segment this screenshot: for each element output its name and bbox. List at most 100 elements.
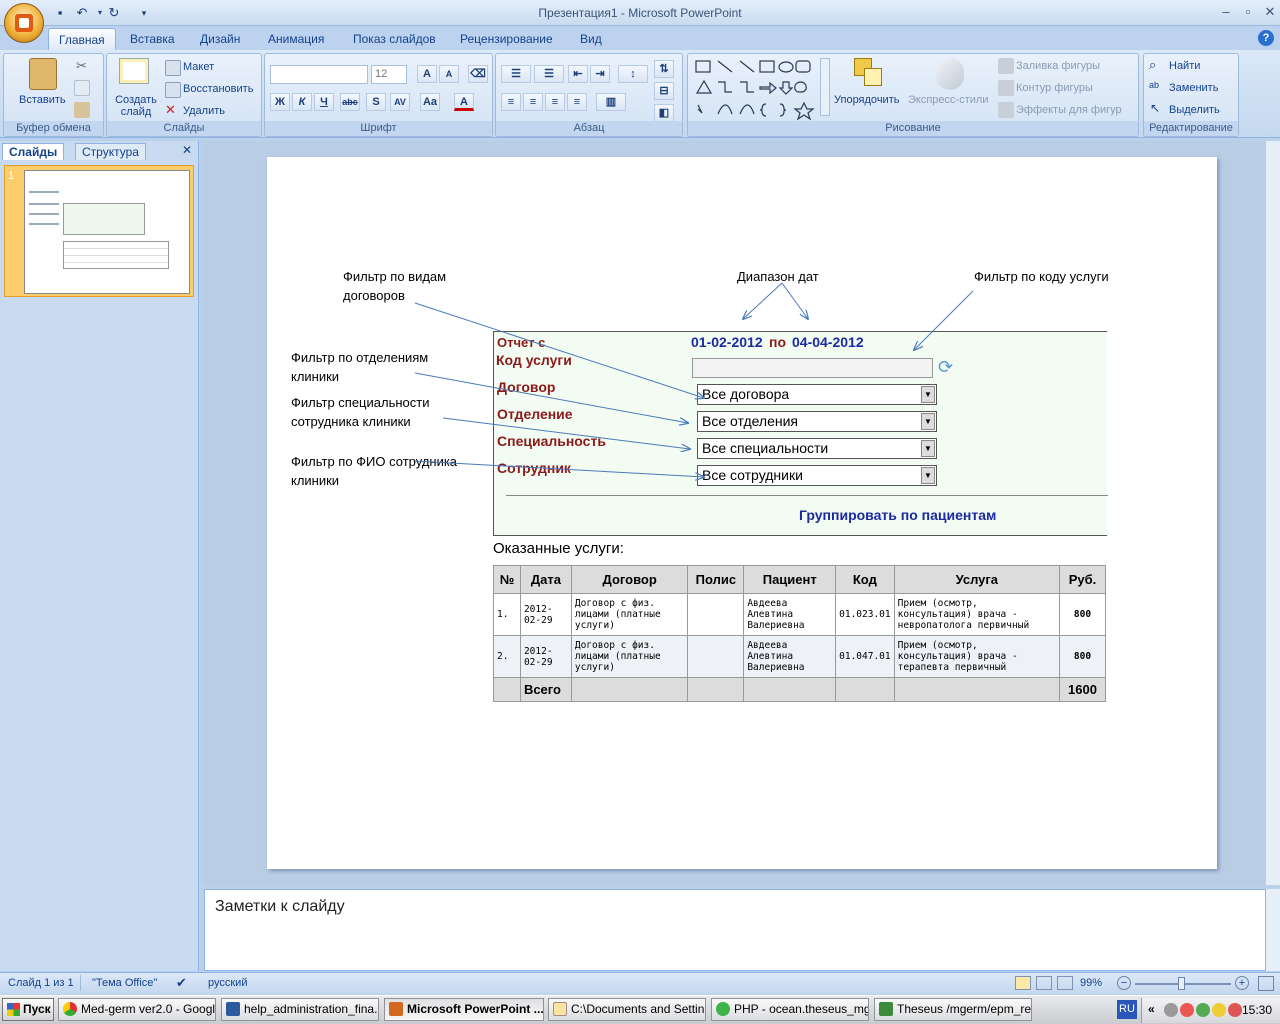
tray-icon[interactable] bbox=[1180, 1003, 1194, 1017]
smartart-icon[interactable]: ◧ bbox=[654, 104, 674, 122]
notes-scrollbar[interactable] bbox=[1266, 889, 1280, 971]
increase-indent-icon[interactable]: ⇥ bbox=[590, 65, 610, 83]
close-icon[interactable]: ✕ bbox=[1259, 3, 1280, 21]
paragraph-group-label: Абзац bbox=[496, 121, 682, 136]
cut-icon[interactable]: ✂ bbox=[76, 58, 87, 74]
line-spacing-icon[interactable]: ↕ bbox=[618, 65, 648, 83]
new-slide-button[interactable]: Создать слайд bbox=[114, 94, 158, 118]
zoom-slider-thumb[interactable] bbox=[1178, 977, 1185, 990]
vertical-scrollbar[interactable] bbox=[1266, 141, 1280, 885]
tab-home[interactable]: Главная bbox=[48, 28, 116, 50]
tray-icon[interactable] bbox=[1228, 1003, 1242, 1017]
show-hidden-icons[interactable]: « bbox=[1148, 1002, 1155, 1016]
shapes-gallery[interactable] bbox=[694, 58, 822, 121]
font-color-icon[interactable]: A bbox=[454, 93, 474, 111]
align-text-icon[interactable]: ⊟ bbox=[654, 82, 674, 100]
taskbar-item-powerpoint[interactable]: Microsoft PowerPoint ... bbox=[384, 998, 544, 1021]
justify-icon[interactable]: ≡ bbox=[567, 93, 587, 111]
copy-icon[interactable] bbox=[74, 80, 90, 96]
reset-button[interactable]: Восстановить bbox=[183, 83, 253, 95]
close-panel-icon[interactable]: ✕ bbox=[182, 143, 192, 157]
shape-fill-button[interactable]: Заливка фигуры bbox=[1016, 60, 1100, 72]
tab-outline[interactable]: Структура bbox=[75, 143, 146, 160]
quick-styles-button[interactable]: Экспресс-стили bbox=[908, 94, 988, 106]
columns-icon[interactable]: ▥ bbox=[596, 93, 626, 111]
tray-icon[interactable] bbox=[1212, 1003, 1226, 1017]
numbering-icon[interactable]: ☰ bbox=[534, 65, 564, 83]
slide-sorter-icon[interactable] bbox=[1036, 976, 1052, 990]
col-policy: Полис bbox=[687, 565, 745, 594]
arrow-service-code bbox=[914, 290, 974, 350]
select-button[interactable]: Выделить bbox=[1169, 104, 1220, 116]
office-button[interactable] bbox=[4, 3, 44, 43]
normal-view-icon[interactable] bbox=[1015, 976, 1031, 990]
arrange-button[interactable]: Упорядочить bbox=[834, 94, 899, 106]
find-button[interactable]: Найти bbox=[1169, 60, 1200, 72]
restore-icon[interactable]: ▫ bbox=[1237, 3, 1259, 21]
replace-button[interactable]: Заменить bbox=[1169, 82, 1218, 94]
minimize-icon[interactable]: – bbox=[1215, 3, 1237, 21]
tab-review[interactable]: Рецензирование bbox=[450, 28, 563, 50]
decrease-indent-icon[interactable]: ⇤ bbox=[568, 65, 588, 83]
align-center-icon[interactable]: ≡ bbox=[523, 93, 543, 111]
slideshow-view-icon[interactable] bbox=[1057, 976, 1073, 990]
notes-placeholder: Заметки к слайду bbox=[215, 898, 345, 915]
clear-format-icon[interactable]: ⌫ bbox=[468, 65, 488, 83]
grow-font-icon[interactable]: A bbox=[417, 65, 437, 83]
bullets-icon[interactable]: ☰ bbox=[501, 65, 531, 83]
tab-animation[interactable]: Анимация bbox=[258, 28, 334, 50]
cell-date: 2012-02-29 bbox=[519, 635, 572, 678]
shrink-font-icon[interactable]: A bbox=[439, 65, 459, 83]
char-spacing-icon[interactable]: AV bbox=[390, 93, 410, 111]
text-direction-icon[interactable]: ⇅ bbox=[654, 60, 674, 78]
start-button[interactable]: Пуск bbox=[2, 998, 54, 1021]
format-painter-icon[interactable] bbox=[74, 102, 90, 118]
cell-patient: Авдеева Алевтина Валериевна bbox=[743, 593, 837, 636]
font-name-combo[interactable] bbox=[270, 65, 368, 84]
layout-button[interactable]: Макет bbox=[183, 61, 214, 73]
shape-outline-button[interactable]: Контур фигуры bbox=[1016, 82, 1093, 94]
taskbar-item-theseus[interactable]: Theseus /mgerm/epm_re... bbox=[874, 998, 1032, 1021]
clock[interactable]: 15:30 bbox=[1242, 1003, 1272, 1017]
tab-slides[interactable]: Слайды bbox=[2, 143, 65, 160]
change-case-icon[interactable]: Aa bbox=[420, 93, 440, 111]
taskbar-item-word[interactable]: help_administration_fina... bbox=[221, 998, 379, 1021]
shape-effects-button[interactable]: Эффекты для фигур bbox=[1016, 104, 1122, 116]
taskbar-item-php[interactable]: PHP - ocean.theseus_mg... bbox=[711, 998, 869, 1021]
taskbar-item-explorer[interactable]: C:\Documents and Settin... bbox=[548, 998, 706, 1021]
shadow-icon[interactable]: S bbox=[366, 93, 386, 111]
language[interactable]: русский bbox=[208, 977, 247, 989]
notes-pane[interactable]: Заметки к слайду bbox=[204, 889, 1266, 971]
strikethrough-icon[interactable]: abc bbox=[340, 93, 360, 111]
zoom-out-icon[interactable]: − bbox=[1117, 976, 1131, 990]
tab-slideshow[interactable]: Показ слайдов bbox=[343, 28, 446, 50]
zoom-level[interactable]: 99% bbox=[1080, 977, 1102, 989]
shapes-scroll[interactable] bbox=[820, 58, 830, 116]
slide-thumbnail[interactable] bbox=[4, 165, 194, 297]
bold-icon[interactable]: Ж bbox=[270, 93, 290, 111]
tab-view[interactable]: Вид bbox=[570, 28, 612, 50]
slide-canvas[interactable]: Фильтр по видам договоров Диапазон дат Ф… bbox=[267, 157, 1217, 869]
zoom-in-icon[interactable]: + bbox=[1235, 976, 1249, 990]
arrow-contract bbox=[414, 302, 704, 398]
italic-icon[interactable]: К bbox=[292, 93, 312, 111]
col-contract: Договор bbox=[570, 565, 689, 594]
underline-icon[interactable]: Ч bbox=[314, 93, 334, 111]
cell-service: Прием (осмотр, консультация) врача - тер… bbox=[893, 635, 1061, 678]
cell-number: 1. bbox=[493, 593, 521, 636]
tray-icon[interactable] bbox=[1164, 1003, 1178, 1017]
spellcheck-icon[interactable]: ✔ bbox=[176, 975, 187, 991]
theme-name[interactable]: "Тема Office" bbox=[92, 977, 157, 989]
taskbar-item-chrome[interactable]: Med-germ ver2.0 - Googl... bbox=[58, 998, 216, 1021]
delete-button[interactable]: Удалить bbox=[183, 105, 225, 117]
tab-design[interactable]: Дизайн bbox=[190, 28, 250, 50]
paste-button[interactable]: Вставить bbox=[19, 94, 66, 106]
font-size-combo[interactable]: 12 bbox=[371, 65, 407, 84]
help-icon[interactable]: ? bbox=[1258, 30, 1274, 46]
tab-insert[interactable]: Вставка bbox=[120, 28, 185, 50]
language-indicator[interactable]: RU bbox=[1117, 1000, 1137, 1019]
align-right-icon[interactable]: ≡ bbox=[545, 93, 565, 111]
align-left-icon[interactable]: ≡ bbox=[501, 93, 521, 111]
tray-icon[interactable] bbox=[1196, 1003, 1210, 1017]
fit-to-window-icon[interactable] bbox=[1258, 976, 1274, 991]
